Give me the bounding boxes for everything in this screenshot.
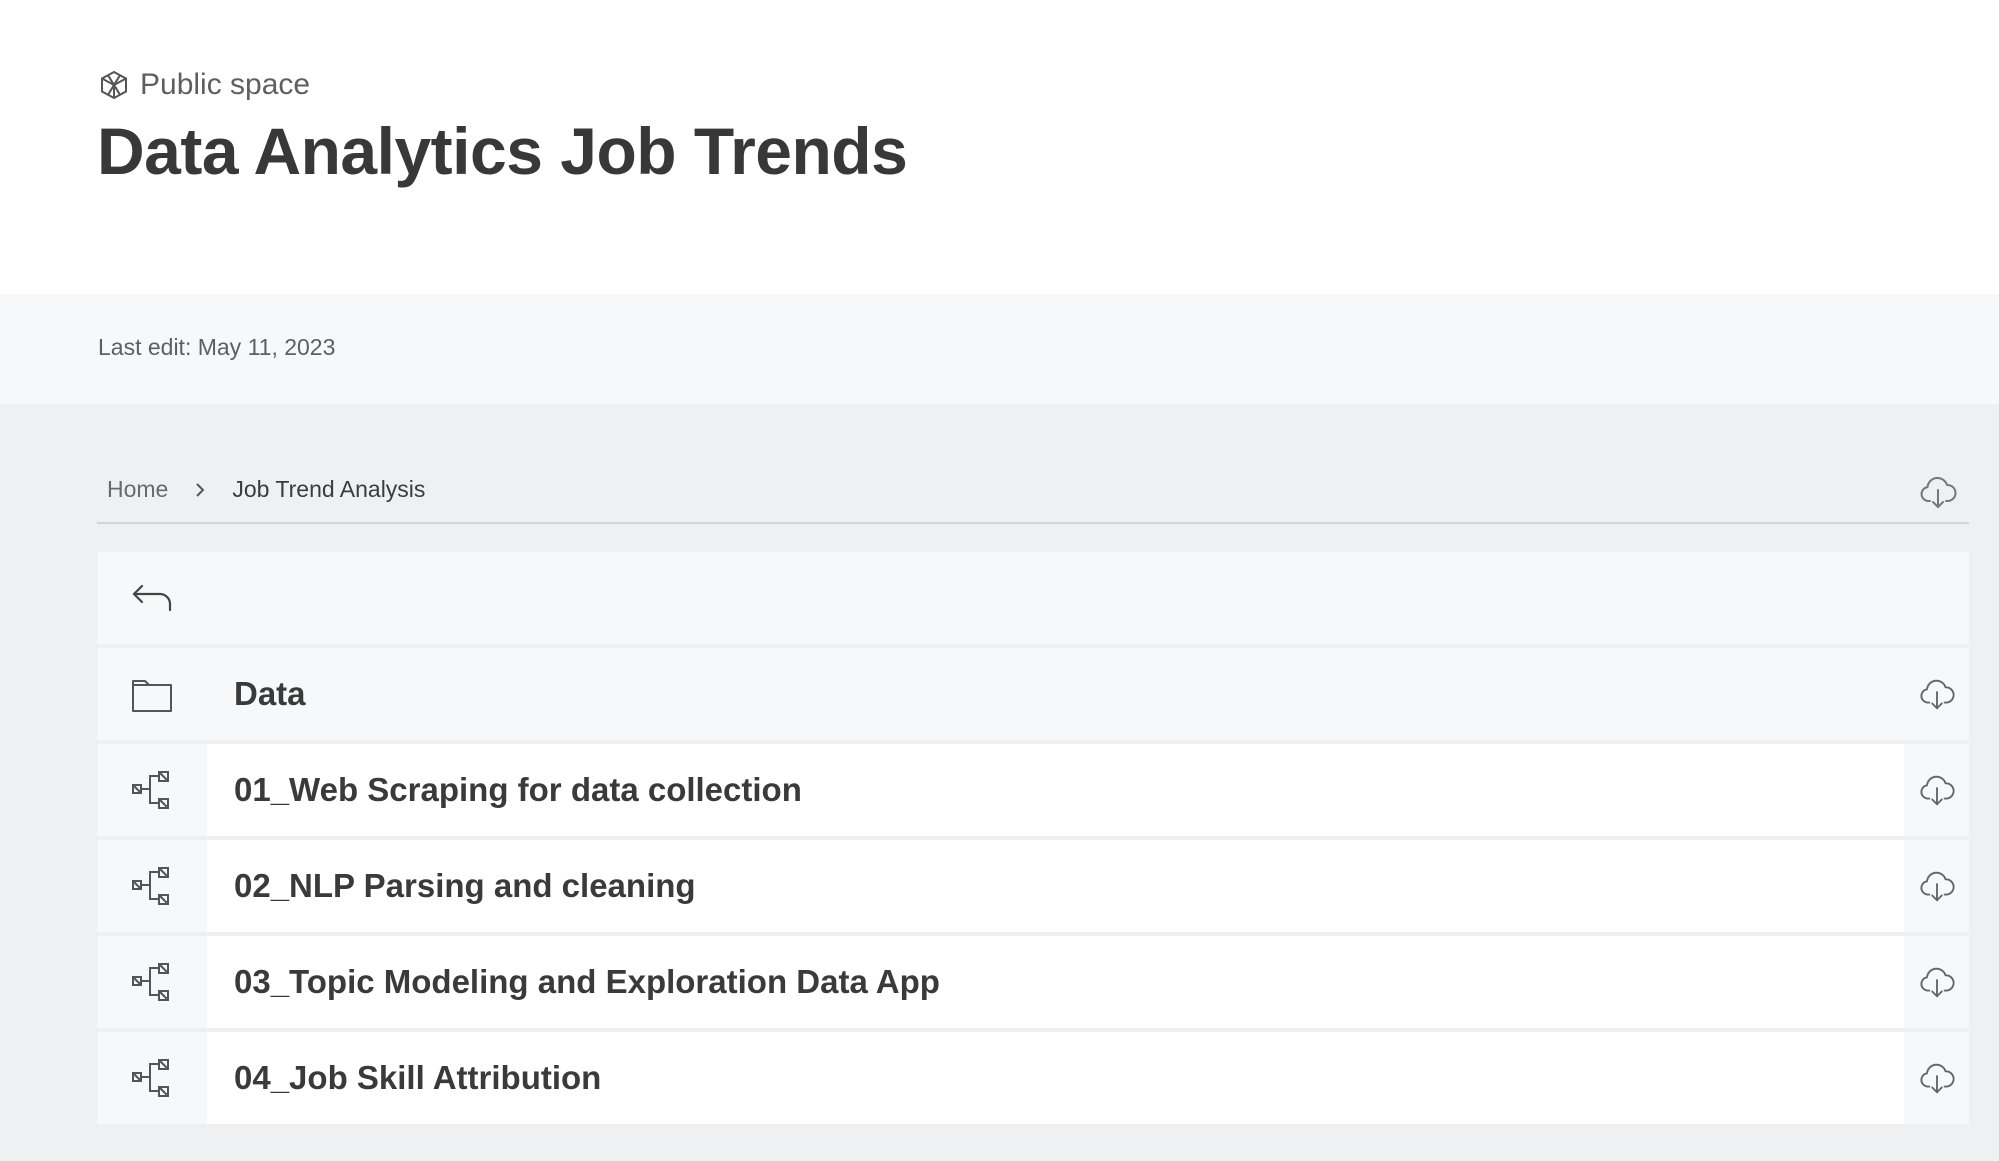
cloud-download-icon	[1919, 775, 1955, 806]
workflow-icon	[97, 1032, 207, 1124]
last-edit-text: Last edit: May 11, 2023	[98, 334, 336, 360]
breadcrumb-home[interactable]: Home	[107, 476, 168, 503]
space-label-text: Public space	[140, 68, 311, 101]
back-arrow-icon	[132, 584, 172, 612]
workflow-row[interactable]: 02_NLP Parsing and cleaning	[97, 840, 1969, 932]
item-label[interactable]: 04_Job Skill Attribution	[207, 1032, 1904, 1124]
breadcrumb-divider	[97, 522, 1969, 524]
workflow-icon	[97, 744, 207, 836]
cloud-download-icon	[1919, 967, 1955, 998]
folder-row[interactable]: Data	[97, 648, 1969, 740]
workflow-icon	[97, 840, 207, 932]
item-label[interactable]: 02_NLP Parsing and cleaning	[207, 840, 1904, 932]
back-button[interactable]	[130, 578, 174, 618]
back-row	[97, 552, 1969, 644]
page-header: Public space Data Analytics Job Trends	[0, 0, 1999, 294]
download-button[interactable]	[1904, 840, 1969, 932]
item-label[interactable]: 01_Web Scraping for data collection	[207, 744, 1904, 836]
folder-icon	[97, 648, 207, 740]
download-button[interactable]	[1904, 1032, 1969, 1124]
workflow-row[interactable]: 04_Job Skill Attribution	[97, 1032, 1969, 1124]
breadcrumb: Home Job Trend Analysis	[107, 476, 425, 503]
download-button[interactable]	[1904, 936, 1969, 1028]
workflow-row[interactable]: 01_Web Scraping for data collection	[97, 744, 1969, 836]
download-button[interactable]	[1904, 744, 1969, 836]
breadcrumb-current: Job Trend Analysis	[232, 476, 426, 502]
page-title: Data Analytics Job Trends	[97, 114, 908, 188]
cloud-download-icon	[1919, 871, 1955, 902]
download-button[interactable]	[1904, 648, 1969, 740]
workflow-icon	[97, 936, 207, 1028]
cube-icon	[101, 70, 127, 100]
download-all-button[interactable]	[1918, 472, 1958, 512]
chevron-right-icon	[190, 480, 210, 500]
cloud-download-icon	[1920, 477, 1957, 508]
item-label[interactable]: 03_Topic Modeling and Exploration Data A…	[207, 936, 1904, 1028]
cloud-download-icon	[1919, 1063, 1955, 1094]
item-label[interactable]: Data	[207, 648, 1904, 740]
cloud-download-icon	[1919, 679, 1955, 710]
workflow-row[interactable]: 03_Topic Modeling and Exploration Data A…	[97, 936, 1969, 1028]
space-indicator: Public space	[98, 68, 310, 102]
